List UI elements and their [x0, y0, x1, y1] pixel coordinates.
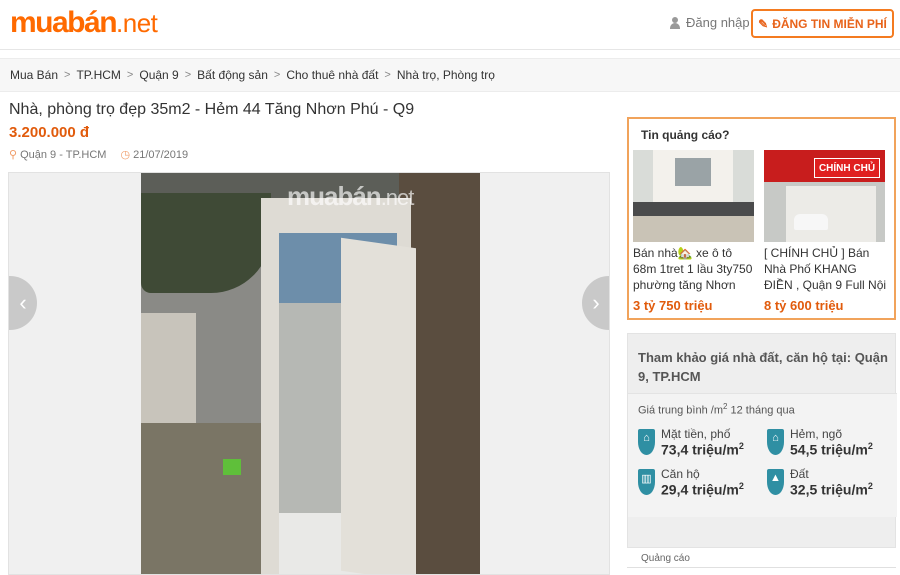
- login-label: Đăng nhập: [686, 15, 750, 30]
- stat-value-text: 32,5 triệu/m: [790, 481, 868, 498]
- breadcrumb-item[interactable]: TP.HCM: [76, 68, 120, 82]
- advertisement-label: Quảng cáo: [641, 553, 690, 564]
- land-icon: ▲: [767, 469, 784, 495]
- breadcrumb-item[interactable]: Bất động sản: [197, 68, 268, 82]
- ad-card[interactable]: CHÍNH CHỦ [ CHÍNH CHỦ ] Bán Nhà Phố KHAN…: [764, 150, 888, 313]
- sponsored-ads-box: Tin quảng cáo? Bán nhà🏡 xe ô tô 68m 1tre…: [627, 117, 896, 320]
- stat-land[interactable]: ▲ Đất 32,5 triệu/m2: [767, 467, 892, 503]
- pencil-icon: ✎: [758, 16, 769, 31]
- watermark-main: muabán: [287, 181, 382, 211]
- stat-label: Hẻm, ngõ: [790, 427, 843, 441]
- stat-apartment[interactable]: ▥ Căn hộ 29,4 triệu/m2: [638, 467, 763, 503]
- stat-label: Căn hộ: [661, 467, 700, 481]
- login-link[interactable]: Đăng nhập: [669, 15, 750, 30]
- post-free-ad-button[interactable]: ✎ ĐĂNG TIN MIỄN PHÍ: [751, 9, 894, 38]
- logo-wordmark: muabán: [10, 6, 118, 39]
- listing-meta: ⚲ Quận 9 - TP.HCM ◷ 21/07/2019: [9, 148, 189, 162]
- stat-value-sup: 2: [867, 481, 873, 491]
- stat-value-sup: 2: [867, 441, 873, 451]
- watermark-tld: .net: [380, 185, 415, 210]
- breadcrumb-item[interactable]: Cho thuê nhà đất: [286, 68, 378, 82]
- breadcrumb-item[interactable]: Mua Bán: [10, 68, 58, 82]
- house-icon: ⌂: [638, 429, 655, 455]
- chevron-right-icon: >: [64, 69, 71, 81]
- stat-value: 29,4 triệu/m2: [661, 481, 744, 498]
- photo-watermark: muabán.net: [287, 181, 415, 212]
- logo-tld: .net: [116, 8, 158, 38]
- listing-photo[interactable]: muabán.net: [141, 173, 480, 574]
- gallery-prev-button[interactable]: ‹: [9, 276, 37, 330]
- ad-text[interactable]: Bán nhà🏡 xe ô tô 68m 1tret 1 lầu 3ty750 …: [633, 245, 757, 293]
- price-reference-stats: Giá trung bình /m2 12 tháng qua ⌂ Mặt ti…: [628, 393, 897, 517]
- stat-street-front[interactable]: ⌂ Mặt tiền, phố 73,4 triệu/m2: [638, 427, 763, 463]
- photo-gallery: muabán.net ‹ ›: [8, 172, 610, 575]
- listing-location: Quận 9 - TP.HCM: [20, 148, 107, 161]
- gallery-next-button[interactable]: ›: [582, 276, 609, 330]
- stat-value: 32,5 triệu/m2: [790, 481, 873, 498]
- site-logo[interactable]: muabán .net: [10, 6, 158, 42]
- stat-value-sup: 2: [738, 481, 744, 491]
- stat-value-sup: 2: [738, 441, 744, 451]
- chevron-right-icon: >: [184, 69, 192, 81]
- location-pin-icon: ⚲: [9, 149, 18, 161]
- user-icon: [669, 16, 681, 29]
- stat-value-text: 29,4 triệu/m: [661, 481, 739, 498]
- listing-date: 21/07/2019: [133, 148, 189, 161]
- ad-price: 8 tỷ 600 triệu: [764, 298, 844, 313]
- ad-price: 3 tỷ 750 triệu: [633, 298, 713, 313]
- stat-value: 73,4 triệu/m2: [661, 441, 744, 458]
- ads-title: Tin quảng cáo?: [641, 128, 730, 142]
- listing-title: Nhà, phòng trọ đẹp 35m2 - Hẻm 44 Tăng Nh…: [9, 101, 415, 118]
- divider: [627, 567, 896, 575]
- ad-image[interactable]: [633, 150, 754, 242]
- post-button-label: ĐĂNG TIN MIỄN PHÍ: [772, 16, 887, 31]
- stat-value: 54,5 triệu/m2: [790, 441, 873, 458]
- listing-price: 3.200.000 đ: [9, 124, 90, 141]
- subtitle-suffix: 12 tháng qua: [727, 404, 795, 417]
- chevron-right-icon: >: [273, 69, 281, 81]
- chevron-left-icon: ‹: [19, 290, 27, 315]
- clock-icon: ◷: [120, 149, 131, 161]
- subtitle-prefix: Giá trung bình /m: [638, 404, 723, 417]
- ad-image[interactable]: CHÍNH CHỦ: [764, 150, 885, 242]
- breadcrumb-item[interactable]: Nhà trọ, Phòng trọ: [397, 68, 495, 82]
- breadcrumb-item[interactable]: Quận 9: [139, 68, 178, 82]
- chevron-right-icon: >: [384, 69, 391, 81]
- breadcrumb: Mua Bán > TP.HCM > Quận 9 > Bất động sản…: [0, 58, 900, 92]
- stat-value-text: 73,4 triệu/m: [661, 441, 739, 458]
- price-reference-title: Tham khảo giá nhà đất, căn hộ tại: Quận …: [638, 350, 888, 384]
- stat-label: Mặt tiền, phố: [661, 427, 731, 441]
- owner-badge: CHÍNH CHỦ: [814, 158, 880, 178]
- alley-house-icon: ⌂: [767, 429, 784, 455]
- ad-text[interactable]: [ CHÍNH CHỦ ] Bán Nhà Phố KHANG ĐIỀN , Q…: [764, 245, 888, 293]
- price-reference-subtitle: Giá trung bình /m2 12 tháng qua: [638, 402, 795, 417]
- stat-value-text: 54,5 triệu/m: [790, 441, 868, 458]
- price-reference-box: Tham khảo giá nhà đất, căn hộ tại: Quận …: [627, 333, 897, 548]
- chevron-right-icon: >: [126, 69, 134, 81]
- stat-alley[interactable]: ⌂ Hẻm, ngõ 54,5 triệu/m2: [767, 427, 892, 463]
- site-header: muabán .net Đăng nhập ✎ ĐĂNG TIN MIỄN PH…: [0, 0, 900, 50]
- stat-label: Đất: [790, 467, 809, 481]
- ad-card[interactable]: Bán nhà🏡 xe ô tô 68m 1tret 1 lầu 3ty750 …: [633, 150, 757, 313]
- chevron-right-icon: ›: [592, 290, 600, 315]
- building-icon: ▥: [638, 469, 655, 495]
